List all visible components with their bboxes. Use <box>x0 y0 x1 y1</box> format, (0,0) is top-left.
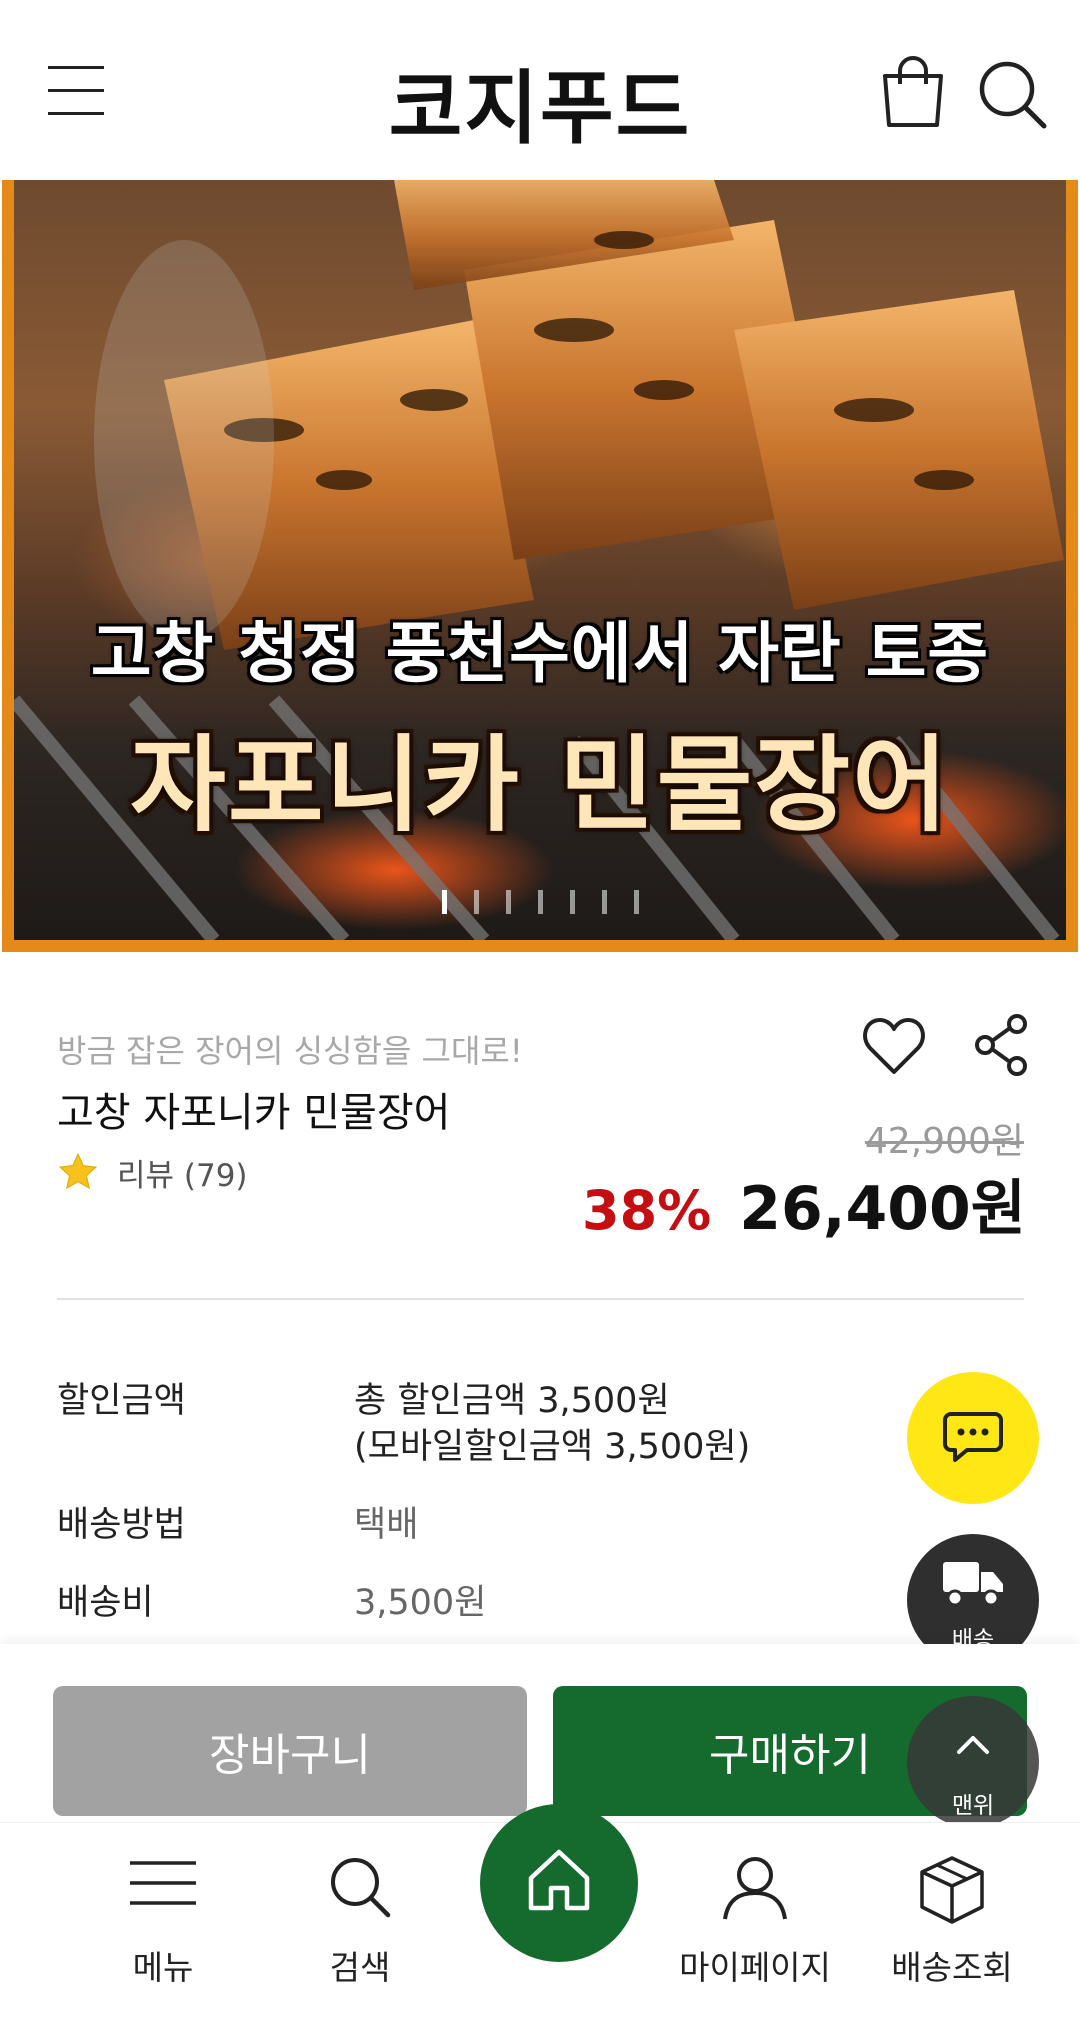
scroll-to-top-label: 맨위 <box>951 1793 995 1819</box>
price-row: 38% 26,400원 <box>582 1160 1026 1247</box>
review-count[interactable]: 리뷰 (79) <box>117 1150 248 1195</box>
product-subtitle: 방금 잡은 장어의 싱싱함을 그대로! <box>57 1032 523 1070</box>
chat-button[interactable] <box>907 1372 1039 1504</box>
nav-search-label: 검색 <box>329 1948 391 1987</box>
shipping-method-value: 택배 <box>354 1505 419 1545</box>
top-header: 코지푸드 <box>0 0 1080 180</box>
star-icon <box>58 1152 98 1190</box>
review-summary[interactable]: 리뷰 (79) <box>57 1150 248 1194</box>
hero-banner[interactable]: 고창 청정 풍천수에서 자란 토종 자포니카 민물장어 <box>2 180 1078 952</box>
original-price: 42,900원 <box>864 1121 1024 1162</box>
carousel-dot[interactable] <box>570 890 575 914</box>
chevron-up-icon <box>957 1736 989 1754</box>
sale-price: 26,400원 <box>739 1174 1026 1244</box>
menu-icon <box>130 1861 196 1905</box>
carousel-dot[interactable] <box>538 890 543 914</box>
nav-mypage[interactable]: 마이페이지 <box>655 1823 855 2039</box>
shipping-fee-value: 3,500원 <box>354 1583 487 1623</box>
carousel-dot[interactable] <box>506 890 511 914</box>
search-icon <box>331 1858 391 1918</box>
discount-rate: 38% <box>582 1179 712 1242</box>
product-title: 고창 자포니카 민물장어 <box>57 1090 451 1136</box>
carousel-dot[interactable] <box>602 890 607 914</box>
share-icon[interactable] <box>974 1014 1028 1076</box>
carousel-dot[interactable] <box>634 890 639 914</box>
nav-mypage-label: 마이페이지 <box>679 1948 831 1987</box>
nav-menu[interactable]: 메뉴 <box>63 1823 263 2039</box>
user-icon <box>723 1857 787 1920</box>
carousel-dot[interactable] <box>442 890 447 914</box>
app-root: 코지푸드 고창 청정 풍천수에서 자란 토종 자포니카 민물장어 방금 잡은 장… <box>0 0 1080 2039</box>
hero-product-name: 자포니카 민물장어 <box>130 724 950 846</box>
home-icon <box>528 1849 590 1911</box>
truck-icon <box>943 1562 1003 1607</box>
shopping-bag-icon[interactable] <box>880 56 946 128</box>
nav-delivery-label: 배송조회 <box>891 1948 1013 1987</box>
carousel-dot[interactable] <box>474 890 479 914</box>
nav-search[interactable]: 검색 <box>260 1823 460 2039</box>
discount-amount-label: 할인금액 <box>57 1381 186 1421</box>
hero-headline: 고창 청정 풍천수에서 자란 토종 <box>90 615 990 692</box>
shipping-method-label: 배송방법 <box>57 1505 186 1545</box>
hero-image: 고창 청정 풍천수에서 자란 토종 자포니카 민물장어 <box>14 180 1066 940</box>
box-icon <box>920 1856 984 1924</box>
search-icon[interactable] <box>976 58 1048 130</box>
home-button[interactable] <box>480 1804 638 1962</box>
scroll-to-top-button[interactable]: 맨위 <box>907 1696 1039 1828</box>
chat-bubble-icon <box>943 1412 1003 1462</box>
heart-icon[interactable] <box>862 1016 926 1076</box>
mobile-discount-value: (모바일할인금액 3,500원) <box>354 1427 751 1467</box>
discount-amount-value: 총 할인금액 3,500원 <box>354 1381 670 1421</box>
divider <box>57 1298 1024 1300</box>
nav-menu-label: 메뉴 <box>132 1948 194 1987</box>
nav-delivery-tracking[interactable]: 배송조회 <box>852 1823 1052 2039</box>
shipping-fee-label: 배송비 <box>57 1583 154 1623</box>
add-to-cart-button[interactable]: 장바구니 <box>53 1686 527 1816</box>
